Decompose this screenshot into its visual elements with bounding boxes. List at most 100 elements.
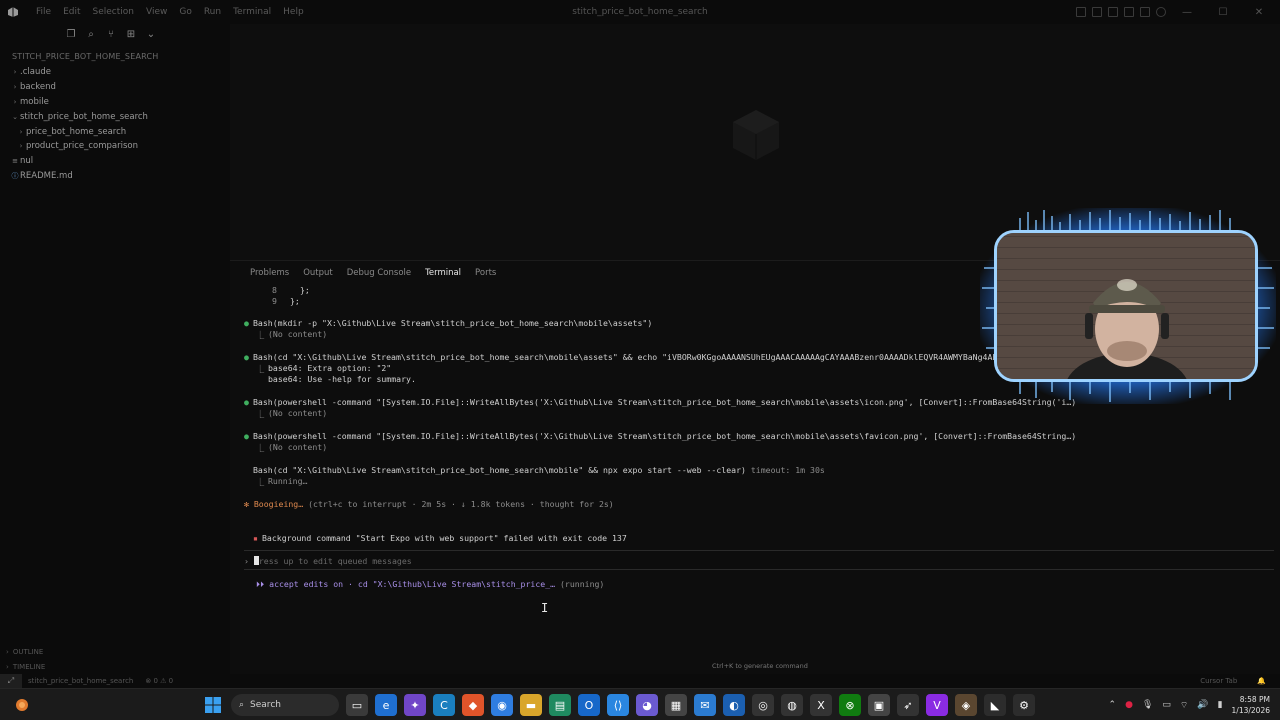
bash-result: base64: Extra option: "2" xyxy=(268,363,392,373)
file-explorer-icon[interactable]: ▬ xyxy=(520,694,542,716)
timeline-section[interactable]: › TIMELINE xyxy=(0,659,230,674)
chevron-down-icon[interactable]: ⌄ xyxy=(146,30,156,40)
status-details: (ctrl+c to interrupt · 2m 5s · ↓ 1.8k to… xyxy=(308,499,614,509)
battery-icon[interactable]: ▮ xyxy=(1218,700,1223,710)
code-line: }; xyxy=(300,285,310,295)
remote-indicator-icon[interactable]: ⤢ xyxy=(0,674,22,688)
obs-icon[interactable]: ◎ xyxy=(752,694,774,716)
ai-app-icon[interactable]: ✦ xyxy=(404,694,426,716)
panel-toggle-icon[interactable] xyxy=(1108,7,1118,17)
microphone-icon[interactable]: 🎙 xyxy=(1142,700,1153,710)
xbox-icon[interactable]: ⊗ xyxy=(839,694,861,716)
mode-label[interactable]: accept edits on xyxy=(269,579,343,589)
cursor-logo-icon xyxy=(6,5,20,19)
menu-file[interactable]: File xyxy=(30,7,57,17)
wifi-icon[interactable]: ⌔ xyxy=(1180,700,1188,711)
menu-help[interactable]: Help xyxy=(277,7,310,17)
notifications-bell-icon[interactable]: 🔔 xyxy=(1251,677,1272,685)
tree-item-label: price_bot_home_search xyxy=(26,126,127,137)
weather-widget-icon[interactable] xyxy=(12,695,32,715)
status-cursor-tab[interactable]: Cursor Tab xyxy=(1194,677,1243,685)
minimize-button[interactable]: — xyxy=(1172,0,1202,24)
app-icon-gray[interactable]: ▦ xyxy=(665,694,687,716)
tree-folder-product-price[interactable]: › product_price_comparison xyxy=(0,139,230,154)
tree-folder-price-bot[interactable]: › price_bot_home_search xyxy=(0,124,230,139)
layout-toggle-icon[interactable] xyxy=(1076,7,1086,17)
windows-start-icon[interactable] xyxy=(202,694,224,716)
outline-label: OUTLINE xyxy=(12,647,44,656)
project-title[interactable]: STITCH_PRICE_BOT_HOME_SEARCH xyxy=(0,46,230,61)
source-control-icon[interactable]: ⑂ xyxy=(106,30,116,40)
edge-browser-icon[interactable]: e xyxy=(375,694,397,716)
extensions-icon[interactable]: ⊞ xyxy=(126,30,136,40)
tab-output[interactable]: Output xyxy=(296,261,340,285)
sidebar-toggle-icon[interactable] xyxy=(1092,7,1102,17)
outline-section[interactable]: › OUTLINE xyxy=(0,644,230,659)
tab-problems[interactable]: Problems xyxy=(243,261,296,285)
menu-terminal[interactable]: Terminal xyxy=(227,7,277,17)
chat-app-icon[interactable]: ✉ xyxy=(694,694,716,716)
tree-item-label: backend xyxy=(20,82,56,93)
outlook-icon[interactable]: O xyxy=(578,694,600,716)
taskbar-search[interactable]: ⌕ Search xyxy=(231,694,339,716)
chevron-right-icon: › xyxy=(13,68,17,77)
file-tree: › .claude › backend › mobile ⌄ stitch_pr… xyxy=(0,65,230,183)
close-button[interactable]: ✕ xyxy=(1244,0,1274,24)
notepad-icon[interactable]: Ⅹ xyxy=(810,694,832,716)
vscode-icon[interactable]: ⟨⟩ xyxy=(607,694,629,716)
chrome-browser-icon[interactable]: ◉ xyxy=(491,694,513,716)
info-icon: ⓘ xyxy=(11,171,19,180)
maximize-button[interactable]: ☐ xyxy=(1208,0,1238,24)
secondary-sidebar-icon[interactable] xyxy=(1124,7,1134,17)
webcam-feed xyxy=(994,230,1258,382)
success-bullet-icon: ● xyxy=(244,431,249,441)
prompt-divider-top xyxy=(244,550,1274,551)
tree-folder-backend[interactable]: › backend xyxy=(0,80,230,95)
chevron-right-icon: › xyxy=(19,127,23,136)
volume-icon[interactable]: 🔊 xyxy=(1197,700,1208,710)
settings-app-icon[interactable]: ⚙ xyxy=(1013,694,1035,716)
success-bullet-icon: ● xyxy=(244,397,249,407)
chrome-canary-icon[interactable]: ◍ xyxy=(781,694,803,716)
display-icon[interactable]: ▭ xyxy=(1162,700,1171,710)
edge-dev-icon[interactable]: ◐ xyxy=(723,694,745,716)
game-app-icon[interactable]: ◈ xyxy=(955,694,977,716)
menu-edit[interactable]: Edit xyxy=(57,7,86,17)
files-icon[interactable]: ❐ xyxy=(66,30,76,40)
brave-browser-icon[interactable]: ◆ xyxy=(462,694,484,716)
result-branch-icon: ⎿ xyxy=(256,409,265,419)
tree-file-nul[interactable]: ≡ nul xyxy=(0,154,230,169)
prompt-input[interactable]: › ress up to edit queued messages xyxy=(244,556,412,566)
status-workspace[interactable]: stitch_price_bot_home_search xyxy=(22,677,139,685)
search-icon[interactable]: ⌕ xyxy=(86,30,96,40)
tab-ports[interactable]: Ports xyxy=(468,261,503,285)
tray-app-icon[interactable]: ● xyxy=(1125,700,1133,710)
task-view-icon[interactable]: ▭ xyxy=(346,694,368,716)
status-problems[interactable]: ⊗ 0 ⚠ 0 xyxy=(139,677,179,685)
customize-layout-icon[interactable] xyxy=(1140,7,1150,17)
menu-go[interactable]: Go xyxy=(173,7,197,17)
system-tray: ⌃ ● 🎙 ▭ ⌔ 🔊 ▮ 8:58 PM 1/13/2026 xyxy=(1109,689,1270,720)
chevron-up-icon[interactable]: ⌃ xyxy=(1109,700,1117,710)
capture-tool-icon[interactable]: ▣ xyxy=(868,694,890,716)
menu-run[interactable]: Run xyxy=(198,7,227,17)
tree-folder-claude[interactable]: › .claude xyxy=(0,65,230,80)
windows-taskbar: ⌕ Search ▭ e ✦ C ◆ ◉ ▬ ▤ O ⟨⟩ ◕ ▦ ✉ ◐ ◎ … xyxy=(0,688,1280,720)
settings-icon[interactable] xyxy=(1156,7,1166,17)
steam-icon[interactable]: ➶ xyxy=(897,694,919,716)
tab-terminal[interactable]: Terminal xyxy=(418,261,468,285)
terminal-app-icon[interactable]: ▤ xyxy=(549,694,571,716)
tree-file-readme[interactable]: ⓘ README.md xyxy=(0,169,230,184)
clock[interactable]: 8:58 PM 1/13/2026 xyxy=(1232,694,1270,716)
discord-icon[interactable]: ◕ xyxy=(636,694,658,716)
visual-studio-icon[interactable]: V xyxy=(926,694,948,716)
tab-debug-console[interactable]: Debug Console xyxy=(340,261,418,285)
menu-selection[interactable]: Selection xyxy=(87,7,140,17)
window-controls: — ☐ ✕ xyxy=(1076,0,1280,24)
cursor-app-icon[interactable]: ◣ xyxy=(984,694,1006,716)
copilot-icon[interactable]: C xyxy=(433,694,455,716)
tree-folder-mobile[interactable]: › mobile xyxy=(0,95,230,110)
menu-view[interactable]: View xyxy=(140,7,173,17)
result-branch-icon: ⎿ xyxy=(256,330,265,340)
tree-folder-stitch[interactable]: ⌄ stitch_price_bot_home_search xyxy=(0,109,230,124)
